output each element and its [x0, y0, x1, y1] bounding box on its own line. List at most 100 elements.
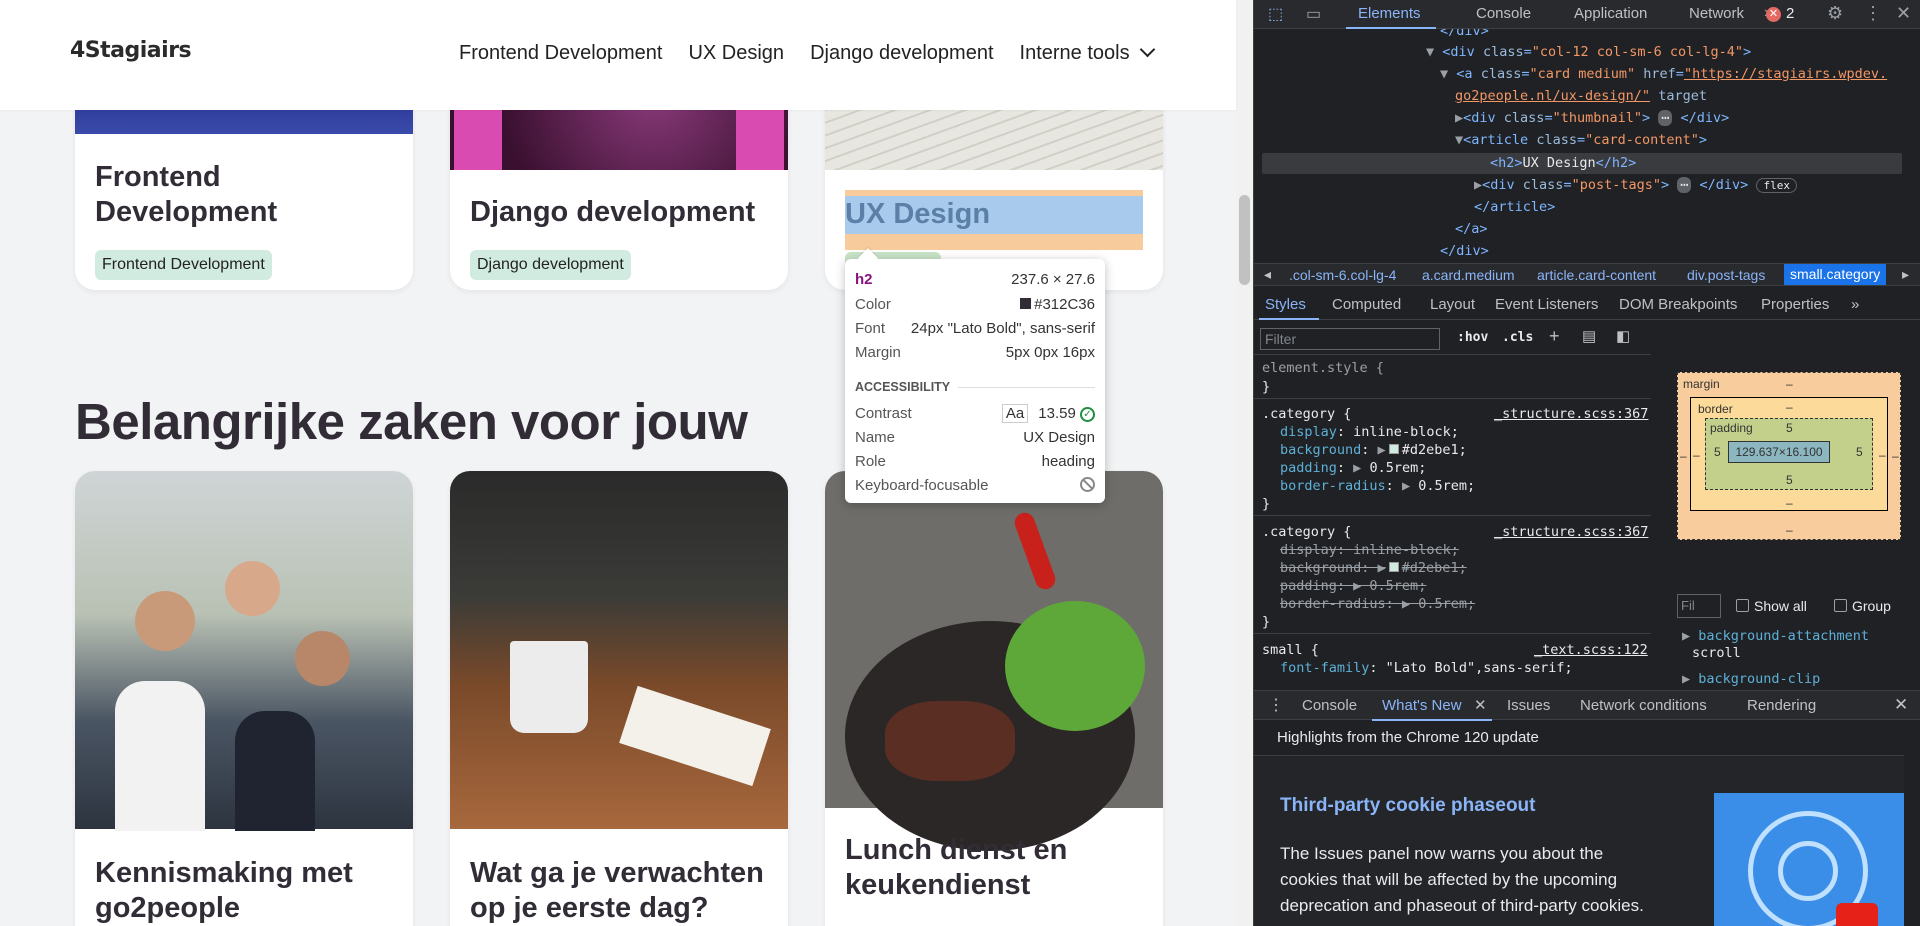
- rule-selector[interactable]: .category {: [1262, 406, 1351, 422]
- dom-line[interactable]: </div>: [1440, 243, 1489, 259]
- box-model-value[interactable]: 5: [1714, 445, 1721, 459]
- tab-console[interactable]: Console: [1476, 5, 1531, 22]
- subtab-event-listeners[interactable]: Event Listeners: [1495, 296, 1598, 313]
- drawer-tab-issues[interactable]: Issues: [1507, 697, 1550, 714]
- css-declaration-overridden[interactable]: padding: ▶ 0.5rem;: [1280, 578, 1426, 594]
- element-style-rule[interactable]: element.style {: [1262, 360, 1384, 376]
- computed-property[interactable]: ▶ background-attachment: [1682, 628, 1869, 644]
- drawer-menu-icon[interactable]: ⋮: [1268, 695, 1284, 715]
- box-model-value[interactable]: –: [1786, 400, 1793, 414]
- box-model-content[interactable]: 129.637×16.100: [1728, 441, 1830, 463]
- kebab-menu-icon[interactable]: ⋮: [1864, 3, 1882, 24]
- device-toolbar-icon[interactable]: ▭: [1306, 4, 1321, 24]
- css-declaration-overridden[interactable]: display: inline-block;: [1280, 542, 1459, 558]
- tab-application[interactable]: Application: [1574, 5, 1647, 22]
- card-lunch-dienst[interactable]: Lunch dienst en keukendienst: [825, 471, 1163, 926]
- box-model-value[interactable]: 5: [1786, 421, 1793, 435]
- css-declaration[interactable]: display: inline-block;: [1280, 424, 1459, 440]
- subtab-computed[interactable]: Computed: [1332, 296, 1401, 313]
- category-tag[interactable]: Django development: [470, 250, 631, 280]
- styles-filter-input[interactable]: Filter: [1260, 328, 1440, 350]
- ellipsis-badge[interactable]: ⋯: [1677, 177, 1692, 193]
- subtab-layout[interactable]: Layout: [1430, 296, 1475, 313]
- whats-new-heading[interactable]: Third-party cookie phaseout: [1280, 795, 1535, 817]
- card-kennismaking[interactable]: Kennismaking met go2people: [75, 471, 413, 926]
- close-drawer-icon[interactable]: ✕: [1894, 695, 1908, 715]
- drawer-tab-whats-new[interactable]: What's New: [1382, 697, 1462, 714]
- dom-line[interactable]: ▶<div class="thumbnail"> ⋯ </div>: [1455, 110, 1729, 126]
- computed-filter-input[interactable]: Fil: [1677, 594, 1721, 618]
- ellipsis-badge[interactable]: ⋯: [1658, 110, 1673, 126]
- rule-source-link[interactable]: _structure.scss:367: [1494, 406, 1648, 422]
- error-count[interactable]: 2: [1786, 5, 1794, 22]
- close-icon[interactable]: ✕: [1896, 3, 1911, 24]
- dom-line[interactable]: go2people.nl/ux-design/" target: [1455, 88, 1707, 104]
- flex-badge[interactable]: flex: [1756, 178, 1797, 193]
- color-swatch[interactable]: [1388, 562, 1399, 572]
- breadcrumb-item[interactable]: article.card-content: [1537, 267, 1656, 283]
- box-model-value[interactable]: –: [1693, 448, 1700, 462]
- dom-line[interactable]: </div>: [1440, 29, 1489, 39]
- nav-ux-design[interactable]: UX Design: [688, 42, 784, 65]
- drawer-tab-rendering[interactable]: Rendering: [1747, 697, 1816, 714]
- breadcrumb-item[interactable]: .col-sm-6.col-lg-4: [1289, 267, 1396, 283]
- dom-line[interactable]: ▼<article class="card-content">: [1455, 132, 1707, 148]
- dom-line[interactable]: </article>: [1474, 199, 1555, 215]
- drawer-tab-network-conditions[interactable]: Network conditions: [1580, 697, 1707, 714]
- subtab-styles[interactable]: Styles: [1265, 296, 1306, 313]
- hov-toggle[interactable]: :hov: [1457, 330, 1488, 345]
- gear-icon[interactable]: ⚙: [1827, 3, 1843, 24]
- subtab-dom-breakpoints[interactable]: DOM Breakpoints: [1619, 296, 1737, 313]
- card-eerste-dag[interactable]: Wat ga je verwachten op je eerste dag?: [450, 471, 788, 926]
- dom-line[interactable]: <h2>UX Design</h2>: [1490, 155, 1636, 171]
- tab-network[interactable]: Network: [1689, 5, 1744, 22]
- site-logo[interactable]: 4Stagiairs: [70, 38, 192, 63]
- breadcrumb-item[interactable]: div.post-tags: [1687, 267, 1765, 283]
- cls-toggle[interactable]: .cls: [1502, 330, 1533, 345]
- box-model-value[interactable]: –: [1786, 523, 1793, 537]
- breadcrumb-right-arrow[interactable]: ▸: [1902, 266, 1909, 283]
- box-model-value[interactable]: –: [1892, 449, 1899, 463]
- css-declaration[interactable]: background: ▶ #d2ebe1;: [1280, 442, 1467, 458]
- css-declaration[interactable]: padding: ▶ 0.5rem;: [1280, 460, 1426, 476]
- sidebar-toggle-icon[interactable]: ◧: [1616, 327, 1630, 345]
- add-rule-icon[interactable]: +: [1549, 326, 1560, 347]
- dom-line[interactable]: ▼ <a class="card medium" href="https://s…: [1440, 66, 1887, 82]
- more-subtabs-icon[interactable]: »: [1851, 296, 1859, 313]
- category-tag[interactable]: Frontend Development: [95, 250, 272, 280]
- color-swatch[interactable]: [1388, 444, 1399, 454]
- css-declaration[interactable]: border-radius: ▶ 0.5rem;: [1280, 478, 1475, 494]
- css-declaration-overridden[interactable]: background: ▶ #d2ebe1;: [1280, 560, 1467, 576]
- box-model-value[interactable]: 5: [1786, 473, 1793, 487]
- show-all-checkbox[interactable]: [1736, 599, 1749, 612]
- nav-interne-tools[interactable]: Interne tools: [1020, 41, 1155, 65]
- breadcrumb-item-selected[interactable]: small.category: [1784, 264, 1887, 285]
- computed-property[interactable]: ▶ background-clip: [1682, 671, 1820, 687]
- dom-line[interactable]: ▶<div class="post-tags"> ⋯ </div> flex: [1474, 177, 1797, 193]
- nav-frontend-development[interactable]: Frontend Development: [459, 42, 662, 65]
- rule-selector[interactable]: small {: [1262, 642, 1319, 658]
- rule-selector[interactable]: .category {: [1262, 524, 1351, 540]
- box-model-value[interactable]: –: [1786, 496, 1793, 510]
- box-model-value[interactable]: –: [1879, 448, 1886, 462]
- box-model-value[interactable]: –: [1680, 449, 1687, 463]
- css-declaration[interactable]: font-family: "Lato Bold",sans-serif;: [1280, 660, 1573, 676]
- nav-django-development[interactable]: Django development: [810, 42, 993, 65]
- rule-source-link[interactable]: _text.scss:122: [1534, 642, 1648, 658]
- box-model-value[interactable]: 5: [1856, 445, 1863, 459]
- dom-line[interactable]: ▼ <div class="col-12 col-sm-6 col-lg-4">: [1426, 44, 1751, 60]
- page-scrollbar[interactable]: [1236, 0, 1253, 926]
- youtube-play-icon[interactable]: [1836, 903, 1878, 926]
- whats-new-thumbnail[interactable]: [1714, 793, 1904, 926]
- box-model-value[interactable]: –: [1786, 377, 1793, 391]
- subtab-properties[interactable]: Properties: [1761, 296, 1829, 313]
- close-tab-icon[interactable]: ✕: [1474, 696, 1487, 714]
- inspect-element-icon[interactable]: ⬚: [1268, 4, 1283, 24]
- dom-line[interactable]: </a>: [1455, 221, 1488, 237]
- drawer-tab-console[interactable]: Console: [1302, 697, 1357, 714]
- tab-elements[interactable]: Elements: [1358, 5, 1421, 22]
- css-declaration-overridden[interactable]: border-radius: ▶ 0.5rem;: [1280, 596, 1475, 612]
- group-checkbox[interactable]: [1834, 599, 1847, 612]
- paint-brush-icon[interactable]: ▤: [1582, 327, 1596, 345]
- breadcrumb-item[interactable]: a.card.medium: [1422, 267, 1515, 283]
